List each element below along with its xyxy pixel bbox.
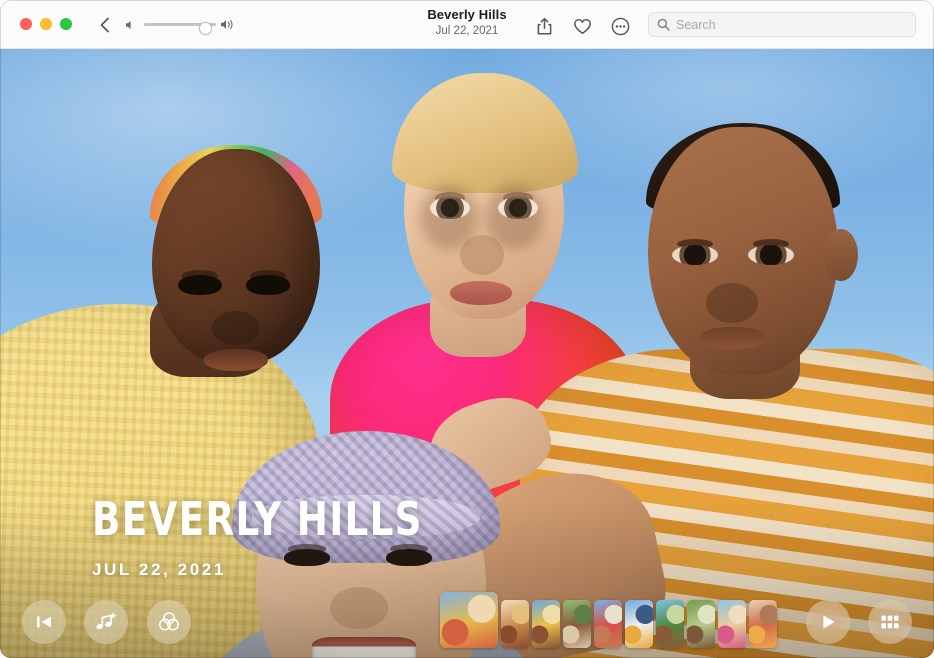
person-center-lips — [450, 281, 512, 305]
window-toolbar: Beverly Hills Jul 22, 2021 — [0, 0, 934, 49]
close-window-button[interactable] — [20, 18, 32, 30]
volume-slider-knob[interactable] — [199, 22, 212, 35]
person-front-eye-left — [284, 549, 330, 566]
thumb-2[interactable] — [501, 600, 529, 648]
thumb-6[interactable] — [625, 600, 653, 648]
photo-stage[interactable]: BEVERLY HILLS JUL 22, 2021 — [0, 49, 934, 658]
play-icon — [818, 612, 838, 632]
person-right-nose — [706, 283, 758, 323]
minimize-window-button[interactable] — [40, 18, 52, 30]
more-options-button[interactable] — [609, 15, 631, 37]
play-button[interactable] — [806, 600, 850, 644]
person-center-nose — [460, 235, 504, 275]
thumb-3[interactable] — [532, 600, 560, 648]
thumb-8[interactable] — [687, 600, 715, 648]
thumbnail-image — [440, 592, 498, 648]
thumb-5[interactable] — [594, 600, 622, 648]
thumb-9[interactable] — [718, 600, 746, 648]
thumbnail-image — [532, 600, 560, 648]
speaker-high-icon — [220, 18, 236, 31]
search-icon — [657, 18, 670, 31]
person-left-lips — [204, 349, 268, 371]
speaker-low-icon — [124, 19, 136, 31]
person-front-eye-right — [386, 549, 432, 566]
back-button[interactable] — [96, 15, 114, 35]
music-note-plus-icon — [95, 612, 117, 632]
thumb-7[interactable] — [656, 600, 684, 648]
previous-button[interactable] — [22, 600, 66, 644]
person-left-nose — [212, 311, 260, 345]
person-front-nose — [330, 587, 388, 629]
filmstrip[interactable] — [440, 592, 774, 648]
add-music-button[interactable] — [84, 600, 128, 644]
person-left-eye-right — [246, 275, 290, 295]
grid-icon — [880, 614, 900, 630]
share-icon — [536, 17, 553, 36]
person-right-eye-left — [672, 245, 718, 265]
thumb-10[interactable] — [749, 600, 777, 648]
ellipsis-circle-icon — [611, 17, 630, 36]
person-right-lips — [700, 327, 766, 349]
person-center-eye-left — [430, 197, 470, 219]
person-right-ear — [824, 229, 858, 281]
person-right-eye-right — [748, 245, 794, 265]
grid-view-button[interactable] — [868, 600, 912, 644]
share-button[interactable] — [533, 15, 555, 37]
person-front-smile — [312, 637, 416, 658]
volume-slider-track[interactable] — [144, 23, 216, 26]
thumbnail-image — [656, 600, 684, 648]
search-field[interactable] — [648, 12, 916, 37]
volume-slider-group[interactable] — [124, 18, 236, 32]
person-center-eye-right — [498, 197, 538, 219]
search-input[interactable] — [676, 18, 896, 32]
three-circles-icon — [158, 611, 180, 633]
thumbnail-image — [594, 600, 622, 648]
thumbnail-image — [718, 600, 746, 648]
rewind-to-start-icon — [34, 613, 54, 631]
thumbnail-image — [625, 600, 653, 648]
chevron-left-icon — [96, 15, 114, 35]
filters-button[interactable] — [147, 600, 191, 644]
photos-memory-window: Beverly Hills Jul 22, 2021 — [0, 0, 934, 658]
thumbnail-image — [687, 600, 715, 648]
maximize-window-button[interactable] — [60, 18, 72, 30]
heart-icon — [573, 18, 592, 35]
favorite-button[interactable] — [571, 15, 593, 37]
thumbnail-image — [563, 600, 591, 648]
person-left-eye-left — [178, 275, 222, 295]
thumb-current[interactable] — [440, 592, 498, 648]
thumbnail-image — [749, 600, 777, 648]
thumb-4[interactable] — [563, 600, 591, 648]
person-front-hat-brim — [252, 495, 480, 539]
thumbnail-image — [501, 600, 529, 648]
